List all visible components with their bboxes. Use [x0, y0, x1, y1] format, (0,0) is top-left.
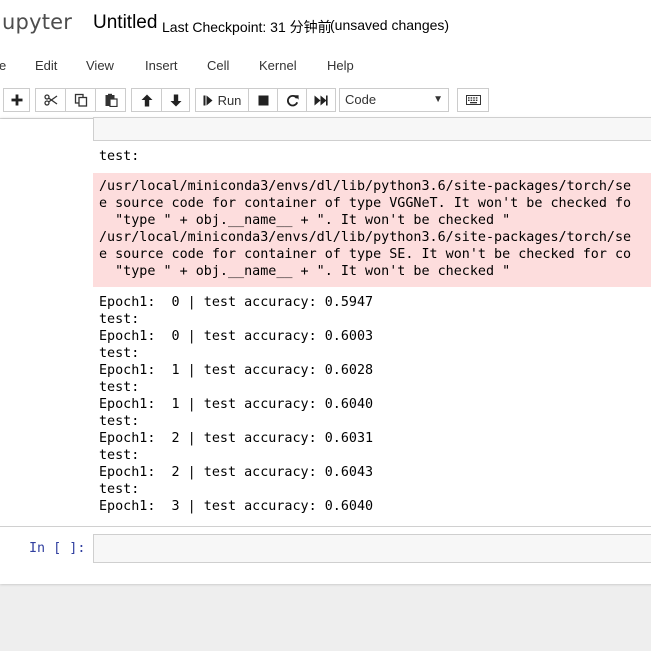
stderr-warning-text: /usr/local/miniconda3/envs/dl/lib/python…	[99, 179, 632, 279]
menu-cell[interactable]: Cell	[207, 58, 229, 73]
input-prompt: In [ ]:	[29, 541, 86, 556]
arrow-down-icon	[170, 94, 181, 106]
stop-icon	[258, 95, 268, 105]
save-status: (unsaved changes)	[330, 17, 450, 33]
toolbar: Run Code ▼	[0, 83, 651, 119]
menu-help[interactable]: Help	[327, 58, 354, 73]
cell-divider	[0, 526, 651, 527]
step-forward-icon	[203, 95, 213, 105]
command-palette-button[interactable]	[457, 88, 489, 112]
cell-type-select[interactable]: Code ▼	[339, 88, 449, 112]
keyboard-icon	[465, 95, 481, 105]
notebook-title[interactable]: Untitled	[93, 12, 157, 34]
run-button[interactable]: Run	[195, 88, 249, 112]
insert-cell-button[interactable]	[3, 88, 30, 112]
paste-button[interactable]	[95, 88, 126, 112]
restart-run-all-button[interactable]	[306, 88, 336, 112]
menu-file[interactable]: e	[0, 58, 6, 73]
menu-view[interactable]: View	[86, 58, 114, 73]
notebook-header: jupyter Untitled Last Checkpoint: 31 分钟前…	[0, 0, 651, 48]
move-up-button[interactable]	[131, 88, 162, 112]
restart-kernel-button[interactable]	[277, 88, 307, 112]
interrupt-button[interactable]	[248, 88, 278, 112]
menu-insert[interactable]: Insert	[145, 58, 178, 73]
refresh-icon	[286, 94, 299, 106]
output-test-label: test:	[99, 149, 140, 164]
scissors-icon	[43, 94, 57, 106]
stdout-training-log: Epoch1: 0 | test accuracy: 0.5947 test: …	[99, 295, 374, 514]
empty-code-cell-input[interactable]	[93, 534, 651, 563]
copy-icon	[74, 93, 87, 107]
last-checkpoint: Last Checkpoint: 31 分钟前	[162, 19, 332, 35]
chevron-down-icon: ▼	[433, 94, 443, 105]
run-label: Run	[217, 92, 242, 108]
paste-icon	[105, 93, 118, 107]
move-down-button[interactable]	[161, 88, 190, 112]
menu-edit[interactable]: Edit	[35, 58, 57, 73]
cut-button[interactable]	[35, 88, 66, 112]
previous-code-cell-input[interactable]	[93, 117, 651, 141]
plus-icon	[11, 94, 22, 106]
jupyter-notebook-window: jupyter Untitled Last Checkpoint: 31 分钟前…	[0, 0, 651, 651]
menubar: e Edit View Insert Cell Kernel Help	[0, 48, 651, 83]
jupyter-logo[interactable]: jupyter	[0, 10, 72, 34]
arrow-up-icon	[141, 94, 152, 106]
notebook-container: test: /usr/local/miniconda3/envs/dl/lib/…	[0, 117, 651, 584]
menu-kernel[interactable]: Kernel	[259, 58, 297, 73]
copy-button[interactable]	[65, 88, 96, 112]
cell-type-value: Code	[345, 92, 377, 107]
fast-forward-icon	[314, 95, 328, 105]
